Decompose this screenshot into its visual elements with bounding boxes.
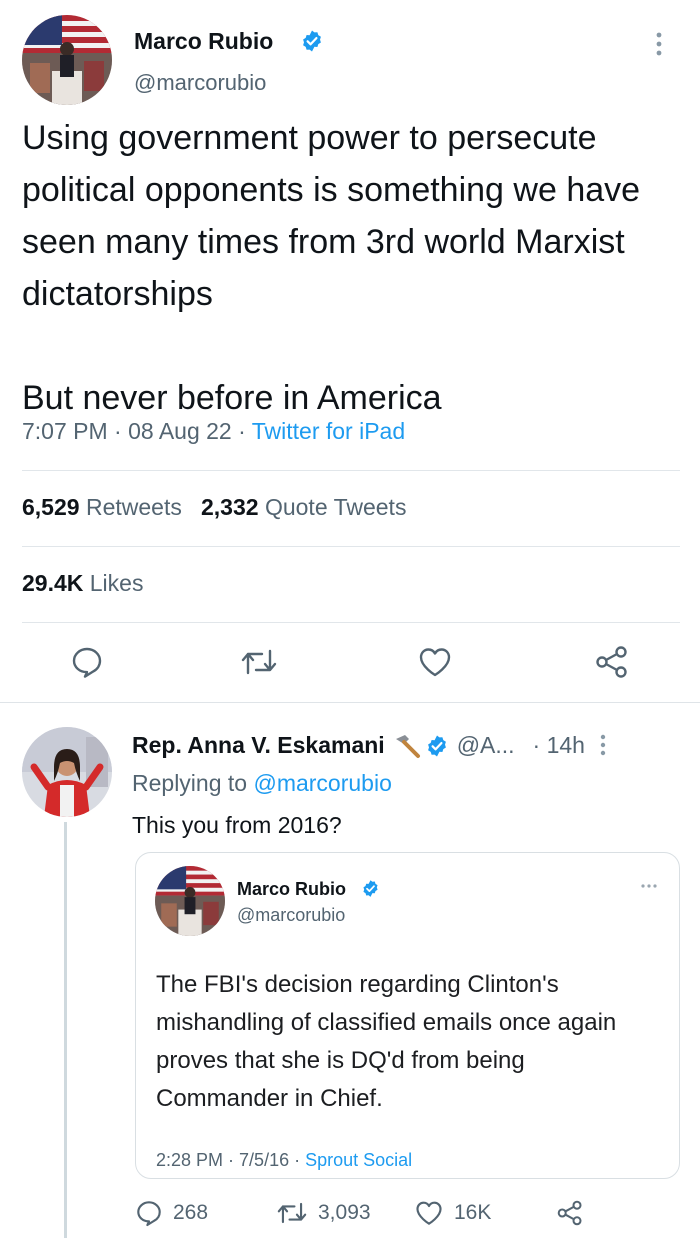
quote-tweets-count: 2,332	[201, 494, 259, 520]
tweet-date[interactable]: 08 Aug 22	[128, 418, 232, 444]
replying-to-handle[interactable]: @marcorubio	[253, 770, 391, 796]
more-vertical-icon[interactable]	[597, 733, 609, 759]
reply-header: Rep. Anna V. Eskamani @A... · 14h	[132, 732, 609, 759]
main-avatar[interactable]	[22, 15, 112, 105]
quoted-source: Sprout Social	[305, 1150, 413, 1170]
tweet-source-link[interactable]: Twitter for iPad	[252, 418, 405, 444]
replying-to: Replying to @marcorubio	[132, 770, 392, 797]
retweets-count: 3,093	[318, 1201, 371, 1224]
reply-text: This you from 2016?	[132, 812, 342, 838]
divider	[22, 470, 680, 471]
replying-to-label: Replying to	[132, 770, 254, 796]
reply-age[interactable]: · 14h	[533, 732, 585, 759]
replies-count: 268	[173, 1201, 209, 1224]
quoted-avatar	[155, 866, 225, 936]
likes-stat[interactable]: 29.4K Likes	[22, 570, 143, 597]
thread-divider	[0, 702, 700, 703]
divider	[22, 546, 680, 547]
quoted-tweet-meta: 2:28 PM · 7/5/16 · Sprout Social	[156, 1150, 412, 1171]
reply-retweets-button[interactable]: 3,093	[276, 1199, 371, 1227]
reply-replies-button[interactable]: 268	[135, 1199, 208, 1227]
hammer-icon	[391, 733, 421, 759]
reply-author-handle[interactable]: @A...	[457, 732, 515, 759]
share-icon[interactable]	[594, 645, 630, 679]
main-author-name[interactable]: Marco Rubio	[134, 28, 273, 55]
quote-tweets-label: Quote Tweets	[264, 494, 407, 520]
likes-count: 29.4K	[22, 570, 84, 596]
meta-separator: ·	[289, 1150, 306, 1170]
likes-count: 16K	[454, 1201, 492, 1224]
verified-badge-icon	[425, 734, 449, 758]
retweets-label: Retweets	[85, 494, 182, 520]
quoted-author-name: Marco Rubio	[237, 879, 347, 899]
reply-likes-button[interactable]: 16K	[414, 1199, 491, 1227]
retweets-count: 6,529	[22, 494, 80, 520]
quoted-tweet-text: The FBI's decision regarding Clinton's m…	[156, 971, 617, 1112]
more-vertical-icon[interactable]	[652, 30, 666, 58]
more-horizontal-icon	[640, 883, 658, 889]
main-author-handle[interactable]: @marcorubio	[134, 70, 266, 96]
quoted-author-handle: @marcorubio	[237, 905, 346, 925]
meta-separator: ·	[223, 1150, 240, 1170]
reply-icon[interactable]	[70, 645, 104, 679]
verified-badge-icon	[300, 29, 324, 53]
meta-separator: ·	[107, 418, 129, 444]
reply-icon	[135, 1199, 163, 1227]
quote-tweets-stat[interactable]: 2,332 Quote Tweets	[201, 494, 406, 520]
reply-avatar[interactable]	[22, 727, 112, 817]
thread-line	[64, 822, 67, 1238]
main-tweet-text: Using government power to persecute poli…	[22, 119, 641, 417]
retweet-icon[interactable]	[240, 645, 278, 679]
main-tweet-meta: 7:07 PM · 08 Aug 22 · Twitter for iPad	[22, 418, 405, 445]
quoted-time: 2:28 PM	[156, 1150, 224, 1170]
meta-separator: ·	[231, 418, 252, 444]
retweets-stat[interactable]: 6,529 Retweets	[22, 494, 182, 520]
engagement-stats: 6,529 Retweets 2,332 Quote Tweets	[22, 494, 406, 521]
verified-badge-icon	[361, 879, 380, 898]
heart-icon[interactable]	[417, 645, 453, 679]
reply-author-name[interactable]: Rep. Anna V. Eskamani	[132, 732, 385, 759]
retweet-icon	[276, 1199, 308, 1227]
divider	[22, 622, 680, 623]
share-icon[interactable]	[556, 1199, 584, 1227]
likes-label: Likes	[89, 570, 144, 596]
heart-icon	[414, 1199, 444, 1227]
tweet-time[interactable]: 7:07 PM	[22, 418, 108, 444]
quoted-date: 7/5/16	[239, 1150, 290, 1170]
